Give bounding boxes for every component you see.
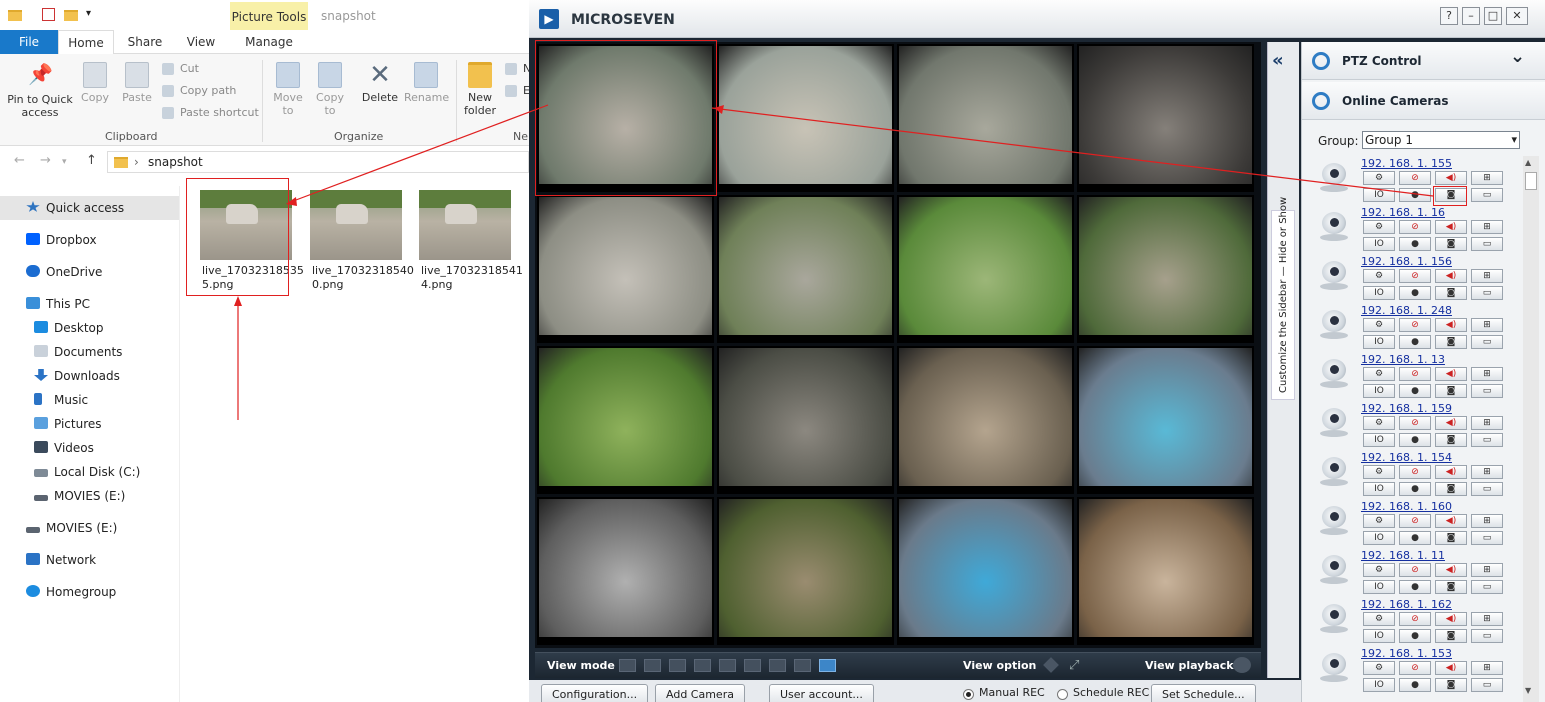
arrow-line: [287, 104, 549, 204]
arrow-line: [711, 107, 1434, 197]
arrow-head: [286, 197, 297, 206]
arrow-head: [234, 296, 242, 306]
annotation-arrows: [234, 104, 1434, 420]
arrow-head: [714, 105, 724, 114]
